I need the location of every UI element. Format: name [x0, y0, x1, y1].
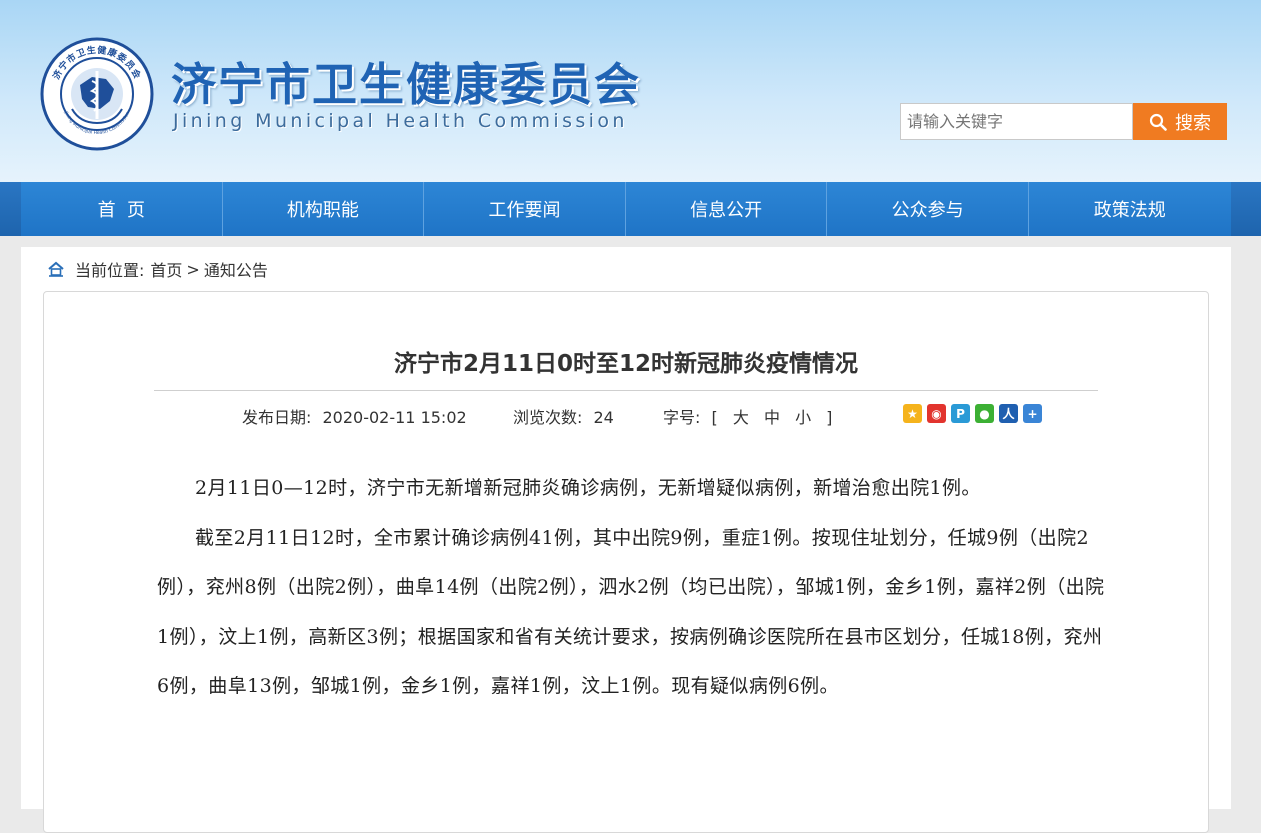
font-size-controls: 字号: [ 大 中 小 ] — [663, 404, 832, 428]
publish-date-label: 发布日期: — [242, 408, 312, 427]
health-commission-emblem: 济宁市卫生健康委员会 Jining Municipal Health Commi… — [40, 37, 154, 151]
article-title: 济宁市2月11日0时至12时新冠肺炎疫情情况 — [393, 351, 859, 377]
more-share-icon[interactable]: + — [1023, 404, 1042, 423]
renren-icon[interactable]: 人 — [999, 404, 1018, 423]
article-paragraph: 2月11日0—12时，济宁市无新增新冠肺炎确诊病例，无新增疑似病例，新增治愈出院… — [195, 477, 981, 499]
home-icon — [48, 261, 64, 277]
nav-item-policies-regulations[interactable]: 政策法规 — [1029, 182, 1231, 236]
font-size-small[interactable]: 小 — [795, 408, 811, 427]
nav-ribbon-right — [1231, 182, 1261, 236]
title-divider — [154, 390, 1098, 391]
search-button[interactable]: 搜索 — [1133, 103, 1227, 140]
font-size-medium[interactable]: 中 — [764, 408, 780, 427]
qzone-icon[interactable]: ★ — [903, 404, 922, 423]
content-page: 当前位置: 首页 > 通知公告 济宁市2月11日0时至12时新冠肺炎疫情情况 发… — [21, 247, 1231, 833]
nav-ribbon-left — [0, 182, 21, 236]
main-nav: 首 页 机构职能 工作要闻 信息公开 公众参与 政策法规 — [21, 182, 1231, 236]
article-paragraph: 截至2月11日12时，全市累计确诊病例41例，其中出院9例，重症1例。按现住址划… — [157, 526, 1105, 698]
weibo-icon[interactable]: ◉ — [927, 404, 946, 423]
share-bar: ★ ◉ P ● 人 + — [903, 404, 1042, 423]
breadcrumb: 当前位置: 首页 > 通知公告 — [47, 258, 268, 280]
site-title: 济宁市卫生健康委员会 — [171, 58, 642, 111]
nav-item-information-disclosure[interactable]: 信息公开 — [626, 182, 828, 236]
breadcrumb-separator: > — [186, 259, 200, 279]
article-panel: 济宁市2月11日0时至12时新冠肺炎疫情情况 发布日期: 2020-02-11 … — [43, 291, 1209, 833]
breadcrumb-prefix: 当前位置: — [75, 261, 145, 280]
breadcrumb-home-link[interactable]: 首页 — [150, 257, 182, 281]
search-bar: 搜索 — [900, 103, 1227, 140]
views-count: 24 — [593, 408, 614, 427]
site-subtitle: Jining Municipal Health Commission — [173, 110, 628, 132]
font-size-large[interactable]: 大 — [733, 408, 749, 427]
site-header: 济宁市卫生健康委员会 Jining Municipal Health Commi… — [0, 0, 1261, 182]
article-meta: 发布日期: 2020-02-11 15:02 浏览次数: 24 字号: [ 大 … — [242, 404, 832, 428]
nav-item-public-participation[interactable]: 公众参与 — [827, 182, 1029, 236]
font-bracket-close: ] — [826, 408, 833, 427]
nav-item-home[interactable]: 首 页 — [21, 182, 223, 236]
wechat-icon[interactable]: ● — [975, 404, 994, 423]
nav-item-work-news[interactable]: 工作要闻 — [424, 182, 626, 236]
breadcrumb-current-link[interactable]: 通知公告 — [204, 257, 268, 281]
search-button-label: 搜索 — [1175, 112, 1211, 134]
search-input[interactable] — [900, 103, 1133, 140]
tencent-weibo-icon[interactable]: P — [951, 404, 970, 423]
font-bracket-open: [ — [711, 408, 718, 427]
publish-date: 2020-02-11 15:02 — [322, 408, 467, 427]
article-body: 2月11日0—12时，济宁市无新增新冠肺炎确诊病例，无新增疑似病例，新增治愈出院… — [157, 464, 1105, 712]
search-icon — [1149, 113, 1167, 131]
font-size-label: 字号: — [663, 408, 701, 427]
views-label: 浏览次数: — [513, 408, 583, 427]
nav-item-institution-functions[interactable]: 机构职能 — [223, 182, 425, 236]
